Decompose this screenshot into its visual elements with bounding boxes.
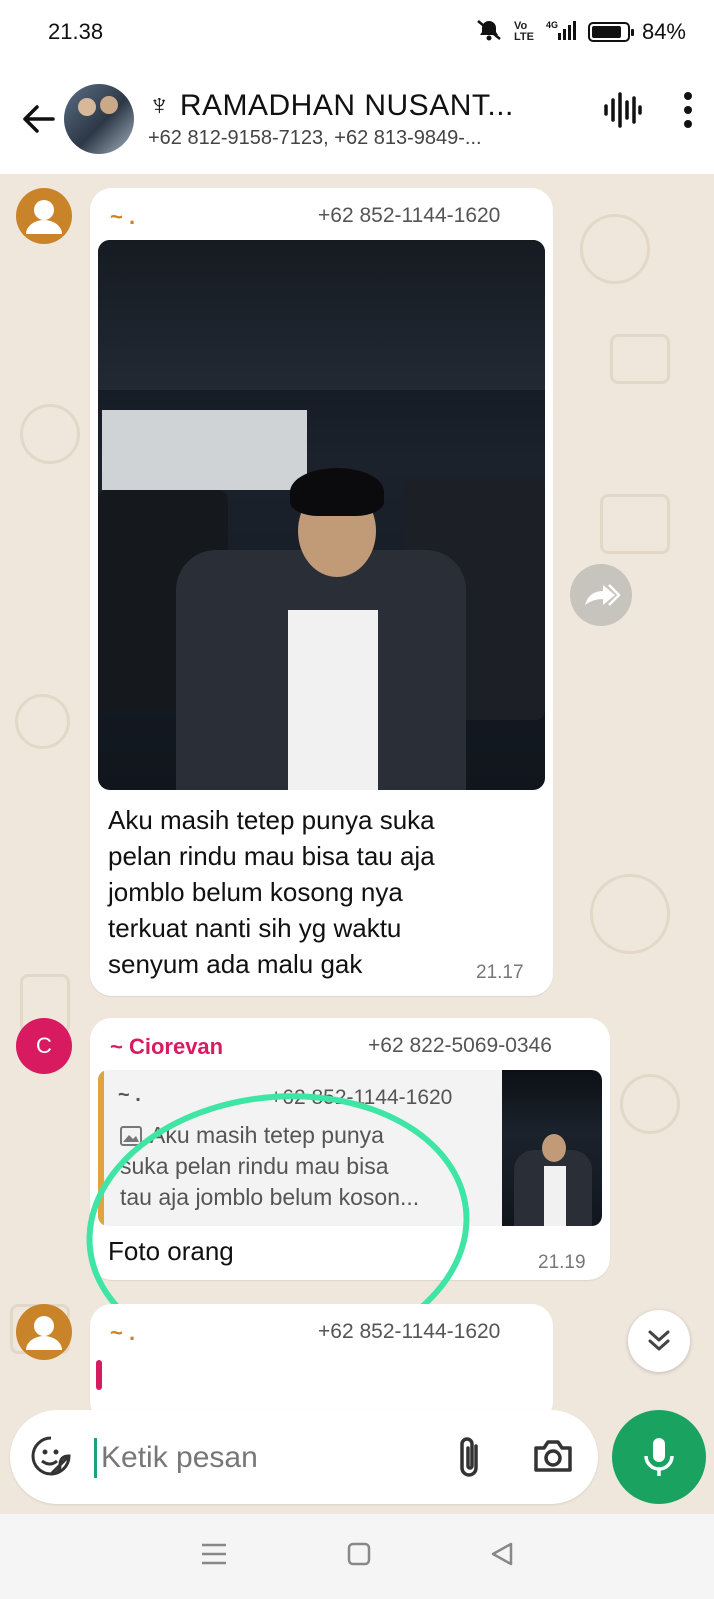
- volte-icon: Vo LTE: [513, 20, 534, 43]
- square-icon: [347, 1542, 371, 1566]
- voice-message-button[interactable]: [612, 1410, 706, 1504]
- quoted-phone: +62 852-1144-1620: [270, 1086, 453, 1109]
- status-bar: 21.38 Vo LTE 4G 84%: [0, 0, 714, 64]
- sender-avatar[interactable]: [16, 1304, 72, 1360]
- forward-button[interactable]: [570, 564, 632, 626]
- group-avatar[interactable]: [64, 84, 134, 154]
- quoted-line: suka pelan rindu mau bisa: [120, 1153, 389, 1179]
- header-actions: [602, 90, 694, 135]
- triangle-back-icon: [492, 1542, 513, 1566]
- wallpaper-doodle: [580, 214, 650, 284]
- double-chevron-down-icon: [648, 1330, 670, 1351]
- person-icon: [26, 200, 62, 234]
- avatar-letter: C: [36, 1033, 52, 1058]
- signal-icon: 4G: [546, 19, 576, 46]
- quoted-line: tau aja jomblo belum koson...: [120, 1184, 420, 1210]
- sticker-button[interactable]: [30, 1435, 72, 1482]
- sender-phone: +62 852-1144-1620: [318, 204, 501, 227]
- battery-percent: 84%: [641, 19, 686, 44]
- scroll-to-bottom-button[interactable]: [628, 1310, 690, 1372]
- message-line: jomblo belum kosong nya: [108, 877, 403, 907]
- sender-avatar[interactable]: C: [16, 1018, 72, 1074]
- more-vert-icon: [684, 92, 692, 128]
- arrow-left-icon: [23, 105, 55, 133]
- forward-icon: [585, 584, 621, 606]
- status-time: 21.38: [48, 19, 104, 44]
- message-photo[interactable]: [98, 240, 545, 790]
- group-title: ♆ RAMADHAN NUSANT...: [148, 88, 514, 122]
- message-bubble[interactable]: ~ . +62 852-1144-1620: [90, 1304, 553, 1424]
- message-line: terkuat nanti sih yg waktu: [108, 913, 402, 943]
- more-options-button[interactable]: [682, 90, 694, 135]
- quote-bar: [96, 1360, 102, 1390]
- wallpaper-doodle: [600, 494, 670, 554]
- system-nav-bar: [0, 1514, 714, 1599]
- recents-button[interactable]: [199, 1542, 229, 1571]
- voice-chat-button[interactable]: [602, 90, 642, 135]
- sender-phone: +62 822-5069-0346: [368, 1034, 552, 1057]
- wallpaper-doodle: [15, 694, 70, 749]
- paperclip-icon: [460, 1437, 478, 1477]
- message-text: Foto orang: [108, 1236, 234, 1266]
- quoted-message[interactable]: ~ . +62 852-1144-1620 Aku masih tetep pu…: [98, 1070, 602, 1226]
- camera-button[interactable]: [532, 1438, 574, 1479]
- group-info[interactable]: ♆ RAMADHAN NUSANT... +62 812-9158-7123, …: [148, 89, 548, 150]
- person-icon: [26, 1316, 62, 1350]
- battery-icon: [587, 22, 634, 42]
- quote-bar: [98, 1070, 104, 1226]
- wallpaper-doodle: [620, 1074, 680, 1134]
- sender-avatar[interactable]: [16, 188, 72, 244]
- message-line: Aku masih tetep punya suka: [108, 805, 435, 835]
- menu-icon: [201, 1543, 226, 1565]
- wallpaper-doodle: [20, 404, 80, 464]
- wallpaper-doodle: [590, 874, 670, 954]
- chat-header: ♆ RAMADHAN NUSANT... +62 812-9158-7123, …: [0, 64, 714, 174]
- sender-phone: +62 852-1144-1620: [318, 1320, 501, 1343]
- back-button[interactable]: [8, 89, 68, 149]
- mic-icon: [644, 1438, 674, 1476]
- message-input[interactable]: Ketik pesan: [94, 1438, 258, 1478]
- quoted-thumbnail: [502, 1070, 602, 1226]
- home-button[interactable]: [346, 1541, 372, 1572]
- quoted-sender: ~ .: [118, 1084, 141, 1106]
- sticker-icon: [31, 1436, 71, 1476]
- message-bubble[interactable]: ~ . +62 852-1144-1620 Aku masih tetep pu…: [90, 188, 553, 996]
- quoted-text: Aku masih tetep punya suka pelan rindu m…: [120, 1120, 460, 1213]
- sender-name[interactable]: ~ .: [110, 204, 135, 230]
- group-members: +62 812-9158-7123, +62 813-9849-...: [148, 126, 482, 149]
- message-composer: Ketik pesan: [10, 1410, 598, 1504]
- message-time: 21.19: [538, 1252, 586, 1273]
- message-line: pelan rindu mau bisa tau aja: [108, 841, 435, 871]
- audio-waveform-icon: [604, 92, 642, 128]
- back-nav-button[interactable]: [489, 1541, 515, 1572]
- sender-name[interactable]: ~ .: [110, 1320, 135, 1346]
- mute-icon: [476, 19, 502, 46]
- message-bubble[interactable]: ~ Ciorevan +62 822-5069-0346 ~ . +62 852…: [90, 1018, 610, 1280]
- wallpaper-doodle: [610, 334, 670, 384]
- message-time: 21.17: [476, 962, 524, 983]
- sender-name[interactable]: ~ Ciorevan: [110, 1034, 223, 1060]
- message-text: Aku masih tetep punya suka pelan rindu m…: [108, 802, 435, 982]
- status-icons: Vo LTE 4G 84%: [476, 19, 686, 46]
- attach-button[interactable]: [454, 1434, 484, 1485]
- quoted-line: Aku masih tetep punya: [150, 1122, 384, 1148]
- message-line: senyum ada malu gak: [108, 949, 363, 979]
- svg-text:4G: 4G: [546, 20, 558, 30]
- chat-area[interactable]: ~ . +62 852-1144-1620 Aku masih tetep pu…: [0, 174, 714, 1514]
- camera-icon: [534, 1440, 572, 1472]
